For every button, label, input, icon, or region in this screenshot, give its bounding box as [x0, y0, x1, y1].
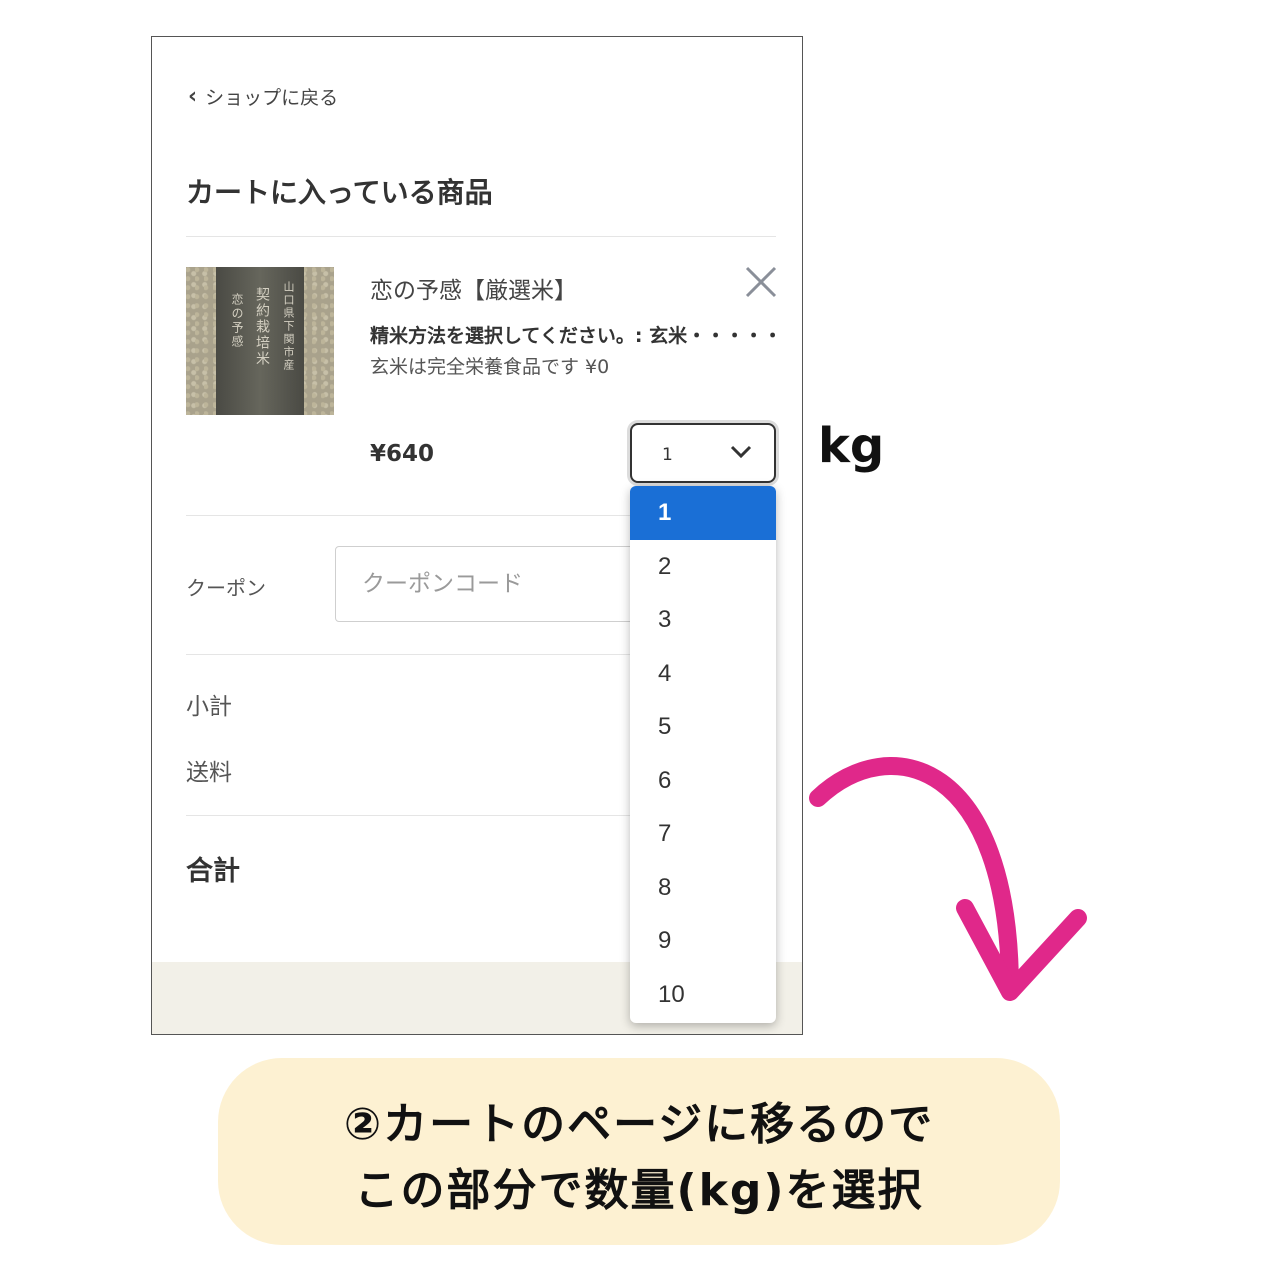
back-link-label: ショップに戻る	[205, 87, 339, 109]
quantity-dropdown-list[interactable]: 1 2 3 4 5 6 7 8 9 10	[630, 486, 776, 1023]
shipping-label: 送料	[186, 760, 232, 786]
quantity-select[interactable]: 1	[630, 423, 776, 483]
item-price: ¥640	[370, 441, 435, 467]
image-text-brand: 恋の予感	[230, 293, 244, 349]
product-option: 精米方法を選択してください。: 玄米・・・・・	[370, 325, 783, 347]
quantity-option[interactable]: 4	[630, 647, 776, 701]
stone-monument: 山口県下関市産 契約栽培米 恋の予感	[216, 267, 304, 415]
product-name[interactable]: 恋の予感【厳選米】	[370, 271, 577, 305]
quantity-option[interactable]: 1	[630, 486, 776, 540]
quantity-option[interactable]: 10	[630, 968, 776, 1022]
total-label: 合計	[186, 856, 240, 887]
chevron-left-icon: ‹	[188, 84, 198, 109]
quantity-option[interactable]: 9	[630, 914, 776, 968]
quantity-option[interactable]: 7	[630, 807, 776, 861]
divider	[186, 236, 776, 237]
quantity-option[interactable]: 3	[630, 593, 776, 647]
back-to-shop-link[interactable]: ‹ ショップに戻る	[188, 83, 338, 110]
caption-line-2: この部分で数量(kg)を選択	[354, 1165, 924, 1216]
product-image: 山口県下関市産 契約栽培米 恋の予感	[186, 267, 334, 415]
page-title: カートに入っている商品	[186, 176, 493, 209]
image-text-origin: 山口県下関市産	[282, 281, 295, 372]
coupon-label: クーポン	[186, 576, 266, 600]
quantity-option[interactable]: 2	[630, 540, 776, 594]
caption-line-1: ②カートのページに移るので	[343, 1099, 935, 1150]
quantity-option[interactable]: 5	[630, 700, 776, 754]
caption-box: ②カートのページに移るので この部分で数量(kg)を選択	[218, 1058, 1060, 1245]
pink-arrow-icon	[809, 757, 1087, 1001]
product-option-detail: 玄米は完全栄養食品です ¥0	[370, 356, 610, 378]
image-text-contract: 契約栽培米	[254, 287, 270, 367]
subtotal-label: 小計	[186, 694, 232, 720]
quantity-value: 1	[662, 445, 673, 465]
quantity-option[interactable]: 8	[630, 861, 776, 915]
quantity-option[interactable]: 6	[630, 754, 776, 808]
close-icon[interactable]	[744, 265, 778, 299]
unit-annotation: kg	[818, 418, 885, 474]
chevron-down-icon	[730, 445, 752, 459]
